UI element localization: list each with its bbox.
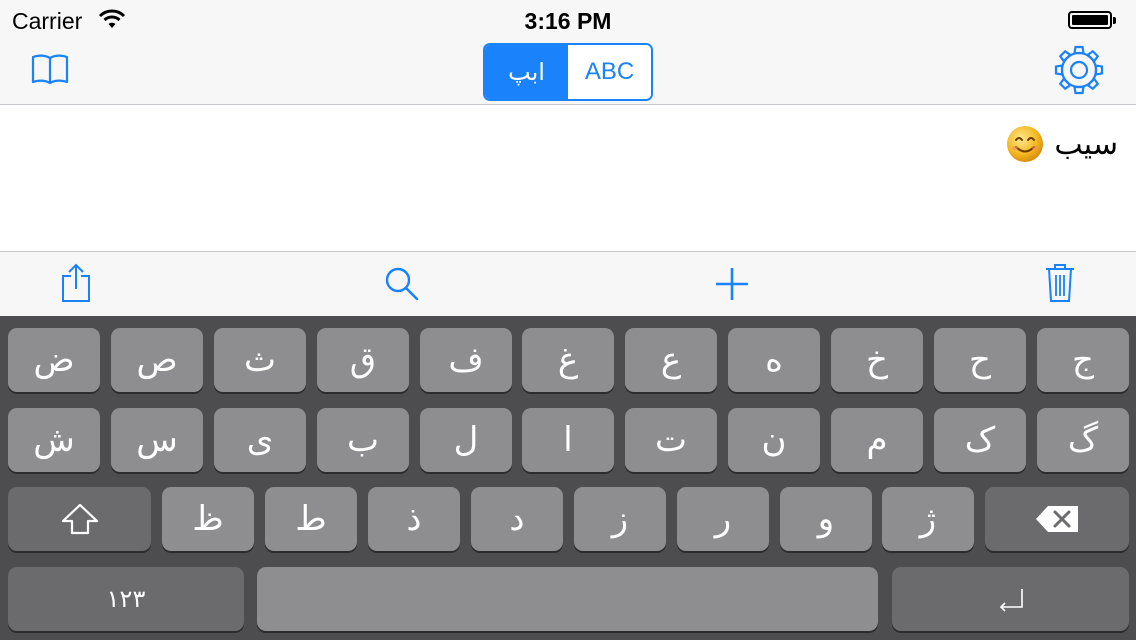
key[interactable]: ا [522, 408, 614, 472]
key[interactable]: ن [728, 408, 820, 472]
key[interactable]: ک [934, 408, 1026, 472]
key[interactable]: خ [831, 328, 923, 392]
segment-english[interactable]: ABC [568, 45, 651, 99]
shift-icon [61, 503, 98, 535]
key[interactable]: ص [111, 328, 203, 392]
key[interactable]: ق [317, 328, 409, 392]
key[interactable]: ل [420, 408, 512, 472]
entry-text: سیب [1054, 127, 1118, 161]
segment-persian[interactable]: ابپ [485, 45, 568, 99]
key[interactable]: ع [625, 328, 717, 392]
key[interactable]: ه [728, 328, 820, 392]
return-key[interactable] [892, 567, 1129, 631]
key[interactable]: ظ [162, 487, 254, 551]
trash-icon[interactable] [1045, 263, 1075, 303]
key[interactable]: ح [934, 328, 1026, 392]
navigation-bar: Carrier 3:16 PM ابپ ABC [0, 0, 1136, 105]
key[interactable]: ف [420, 328, 512, 392]
delete-icon [1036, 506, 1078, 532]
key[interactable]: ذ [368, 487, 460, 551]
key[interactable]: ی [214, 408, 306, 472]
key[interactable]: ط [265, 487, 357, 551]
bottom-toolbar [0, 252, 1136, 316]
share-icon[interactable] [60, 262, 92, 304]
key[interactable]: ژ [882, 487, 974, 551]
key[interactable]: ش [8, 408, 100, 472]
key[interactable]: ب [317, 408, 409, 472]
battery-icon [1068, 11, 1116, 29]
key[interactable]: ر [677, 487, 769, 551]
space-key[interactable] [257, 567, 878, 631]
backspace-key[interactable] [985, 487, 1129, 551]
key[interactable]: غ [522, 328, 614, 392]
key[interactable]: س [111, 408, 203, 472]
shift-key[interactable] [8, 487, 151, 551]
smiley-emoji-icon [1007, 126, 1044, 162]
key[interactable]: ت [625, 408, 717, 472]
key[interactable]: ث [214, 328, 306, 392]
status-time: 3:16 PM [524, 8, 612, 34]
key[interactable]: ز [574, 487, 666, 551]
key[interactable]: و [780, 487, 872, 551]
return-icon [999, 589, 1023, 612]
entry-row: سیب [1006, 125, 1118, 163]
numbers-key[interactable]: ۱۲۳ [8, 567, 244, 631]
book-icon[interactable] [31, 52, 69, 86]
key[interactable]: م [831, 408, 923, 472]
key[interactable]: گ [1037, 408, 1129, 472]
text-area[interactable]: سیب [0, 105, 1136, 252]
key[interactable]: ج [1037, 328, 1129, 392]
add-icon[interactable] [714, 266, 750, 302]
search-icon[interactable] [384, 266, 420, 302]
key[interactable]: د [471, 487, 563, 551]
keyboard: ض ص ث ق ف غ ع ه خ ح ج ش س ی ب ل ا ت ن م … [0, 316, 1136, 640]
gear-icon[interactable] [1053, 44, 1105, 96]
language-segmented-control[interactable]: ابپ ABC [483, 43, 653, 101]
key[interactable]: ض [8, 328, 100, 392]
